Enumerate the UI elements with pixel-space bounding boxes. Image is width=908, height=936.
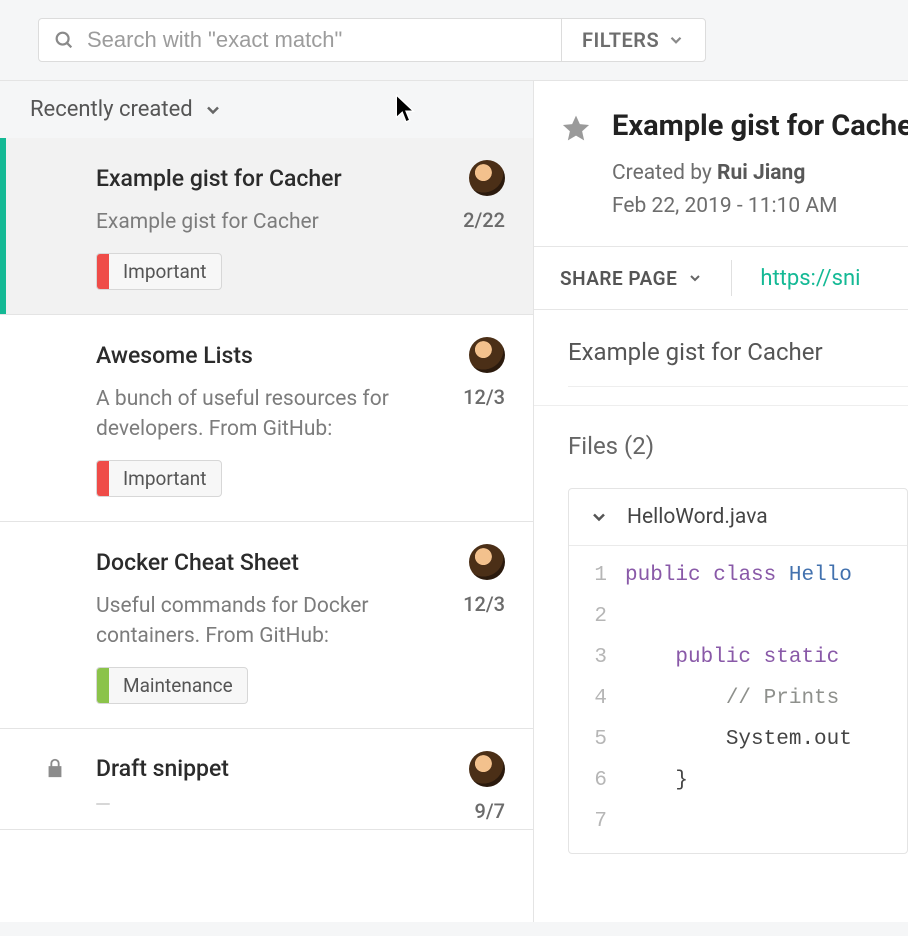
filters-button[interactable]: FILTERS <box>561 19 705 61</box>
share-label: SHARE PAGE <box>560 267 677 290</box>
tag[interactable]: Important <box>96 460 222 497</box>
lock-icon <box>44 755 66 781</box>
author-name: Rui Jiang <box>717 161 805 185</box>
gist-date: 2/22 <box>463 208 505 232</box>
gist-list-panel: Recently created Example gist for Cacher… <box>0 81 534 922</box>
line-gutter: 1234567 <box>569 546 619 853</box>
avatar <box>469 544 505 580</box>
gist-date: 12/3 <box>463 592 505 616</box>
file-header[interactable]: HelloWord.java <box>569 489 907 546</box>
gist-description: Example gist for Cacher <box>96 208 426 237</box>
chevron-down-icon <box>589 507 609 527</box>
gist-description: Useful commands for Docker containers. F… <box>96 592 426 651</box>
divider <box>568 386 908 387</box>
gist-title: Awesome Lists <box>96 342 453 369</box>
created-timestamp: Feb 22, 2019 - 11:10 AM <box>612 194 837 218</box>
search-icon <box>53 29 75 51</box>
privacy-slot <box>40 162 70 192</box>
tag-label: Maintenance <box>109 668 247 703</box>
file-name: HelloWord.java <box>627 505 768 529</box>
detail-title: Example gist for Cacher <box>612 109 908 143</box>
chevron-down-icon <box>203 100 223 120</box>
avatar <box>469 751 505 787</box>
code-lines[interactable]: public class Hello public static // Prin… <box>619 546 852 853</box>
detail-description: Example gist for Cacher <box>568 338 823 366</box>
tag[interactable] <box>96 803 110 805</box>
gist-title: Example gist for Cacher <box>96 165 453 192</box>
tag-color-stripe <box>97 461 109 496</box>
gist-title: Draft snippet <box>96 755 453 782</box>
gist-date: 12/3 <box>463 385 505 409</box>
tag[interactable]: Important <box>96 253 222 290</box>
sort-dropdown[interactable]: Recently created <box>0 81 533 138</box>
gist-list[interactable]: Example gist for Cacher Example gist for … <box>0 138 533 922</box>
privacy-slot <box>40 339 70 369</box>
sort-label: Recently created <box>30 97 193 122</box>
code-block: 1234567 public class Hello public static… <box>569 546 907 853</box>
chevron-down-icon <box>687 270 703 286</box>
files-heading: Files (2) <box>534 406 908 478</box>
share-url[interactable]: https://sni <box>732 266 860 291</box>
created-prefix: Created by <box>612 161 717 185</box>
tag[interactable]: Maintenance <box>96 667 248 704</box>
gist-item[interactable]: Docker Cheat Sheet Useful commands for Do… <box>0 522 533 729</box>
star-icon[interactable] <box>560 113 592 149</box>
gist-item[interactable]: Awesome Lists A bunch of useful resources… <box>0 315 533 522</box>
gist-item[interactable]: Example gist for Cacher Example gist for … <box>0 138 533 315</box>
tag-label: Important <box>109 254 221 289</box>
file-card: HelloWord.java 1234567 public class Hell… <box>568 488 908 854</box>
avatar <box>469 337 505 373</box>
tag-label: Important <box>109 461 221 496</box>
privacy-slot <box>40 546 70 576</box>
chevron-down-icon <box>667 31 685 49</box>
tag-color-stripe <box>97 254 109 289</box>
privacy-slot <box>40 753 70 783</box>
filters-label: FILTERS <box>582 28 659 52</box>
gist-date: 9/7 <box>474 799 505 823</box>
search-box[interactable] <box>39 19 561 61</box>
gist-description: A bunch of useful resources for develope… <box>96 385 426 444</box>
tag-color-stripe <box>97 668 109 703</box>
gist-item[interactable]: Draft snippet 9/7 <box>0 729 533 830</box>
avatar <box>469 160 505 196</box>
share-page-button[interactable]: SHARE PAGE <box>560 260 732 296</box>
detail-panel: Example gist for Cacher Created by Rui J… <box>534 81 908 922</box>
search-input[interactable] <box>87 27 547 53</box>
gist-title: Docker Cheat Sheet <box>96 549 453 576</box>
